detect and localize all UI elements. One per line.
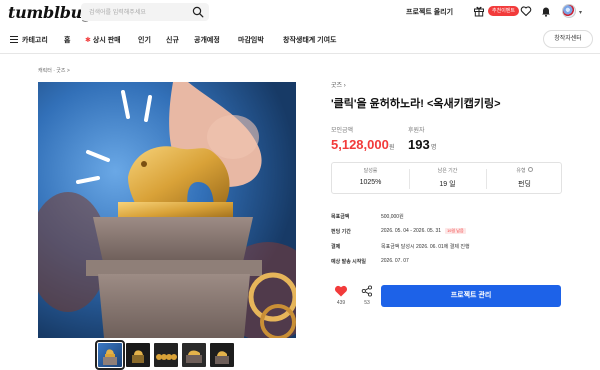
search-placeholder: 검색어를 입력해주세요 <box>89 10 146 16</box>
period-label: 펀딩 기간 <box>331 229 351 235</box>
type-label: 유형 <box>516 168 526 174</box>
days-left-badge: 19일 남음 <box>445 228 466 234</box>
like-count: 439 <box>336 300 346 306</box>
sale-star-icon: ✱ <box>85 37 91 44</box>
share-icon[interactable] <box>360 285 374 297</box>
top-bar: tumblbug 검색어를 입력해주세요 프로젝트 올리기 추천이벤트 ▾ <box>0 0 600 26</box>
nav-popular[interactable]: 인기 <box>138 35 151 45</box>
goal-value: 500,000원 <box>381 214 404 220</box>
category-link[interactable]: 굿즈 › <box>331 80 346 89</box>
product-photo <box>38 82 296 338</box>
funding-unit: 원 <box>389 145 395 151</box>
remaining-label: 남은 기간 <box>437 168 458 174</box>
achievement-label: 달성률 <box>363 168 378 174</box>
chevron-down-icon[interactable]: ▾ <box>579 9 582 16</box>
achievement-value: 1025% <box>359 179 382 186</box>
payment-label: 결제 <box>331 244 341 250</box>
hamburger-icon[interactable] <box>10 36 18 43</box>
product-title: '클릭'을 윤허하노라! <옥새키캡키링> <box>331 98 501 110</box>
type-value: 펀딩 <box>518 181 531 188</box>
thumbnail-3-image <box>156 354 177 360</box>
search-icon[interactable] <box>192 6 204 18</box>
funding-amount: 5,128,000 <box>331 137 389 152</box>
share-count: 53 <box>364 300 370 306</box>
gift-icon[interactable] <box>473 5 485 17</box>
category-label: 굿즈 <box>331 83 343 89</box>
type-label-wrap: 유형 <box>486 167 563 174</box>
product-main-image[interactable] <box>38 82 296 338</box>
goal-label: 목표금액 <box>331 214 350 220</box>
thumbnail-1-image <box>103 349 117 365</box>
stats-box: 달성률 1025% 남은 기간 19 일 유형 펀딩 <box>331 162 562 194</box>
supporters-unit: 명 <box>431 145 437 151</box>
payment-value: 목표금액 달성시 2026. 06. 01에 결제 진행 <box>381 244 470 250</box>
avatar[interactable] <box>562 4 576 18</box>
supporters-label: 후원자 <box>408 128 425 134</box>
nav-always-on-sale-label: 상시 판매 <box>92 37 121 44</box>
delivery-label: 예상 발송 시작일 <box>331 259 366 265</box>
remaining-stat: 남은 기간 19 일 <box>409 167 486 189</box>
period-value-wrap: 2026. 05. 04 - 2026. 05. 31 19일 남음 <box>381 228 466 234</box>
funding-label: 모인금액 <box>331 128 354 134</box>
thumbnail-3[interactable] <box>154 343 178 367</box>
period-value: 2026. 05. 04 - 2026. 05. 31 <box>381 228 442 234</box>
delivery-value: 2026. 07. 07 <box>381 258 409 264</box>
bell-icon[interactable] <box>540 5 552 17</box>
nav-upcoming[interactable]: 공개예정 <box>194 35 220 45</box>
event-badge[interactable]: 추천이벤트 <box>488 6 520 16</box>
remaining-value: 19 일 <box>439 181 456 188</box>
project-manage-button[interactable]: 프로젝트 관리 <box>381 285 561 307</box>
like-heart-icon[interactable] <box>333 285 349 297</box>
info-icon[interactable] <box>527 167 533 172</box>
nav-categories[interactable]: 카테고리 <box>22 35 48 45</box>
creator-center-button[interactable]: 창작자센터 <box>543 30 593 48</box>
heart-icon[interactable] <box>520 5 532 17</box>
main-nav: 카테고리 홈 ✱ 상시 판매 인기 신규 공개예정 마감임박 창작생태계 기여도 … <box>0 26 600 54</box>
nav-closing[interactable]: 마감임박 <box>238 35 264 45</box>
thumbnail-4-image <box>186 350 202 363</box>
thumbnail-5-image <box>215 351 229 364</box>
nav-new[interactable]: 신규 <box>166 35 179 45</box>
thumbnail-2[interactable] <box>126 343 150 367</box>
project-upload-link[interactable]: 프로젝트 올리기 <box>406 7 453 17</box>
nav-home[interactable]: 홈 <box>64 35 70 45</box>
achievement-stat: 달성률 1025% <box>332 167 409 186</box>
thumbnail-5[interactable] <box>210 343 234 367</box>
nav-creator-support[interactable]: 창작생태계 기여도 <box>283 35 336 45</box>
type-stat: 유형 펀딩 <box>486 167 563 189</box>
thumbnail-1[interactable] <box>95 340 125 370</box>
thumbnail-2-image <box>132 350 144 363</box>
supporters-count: 193 <box>408 137 430 152</box>
nav-always-on-sale[interactable]: ✱ 상시 판매 <box>85 35 121 45</box>
search-input[interactable]: 검색어를 입력해주세요 <box>81 3 209 21</box>
thumbnail-4[interactable] <box>182 343 206 367</box>
breadcrumb[interactable]: 캐릭터 · 굿즈 > <box>38 67 70 74</box>
